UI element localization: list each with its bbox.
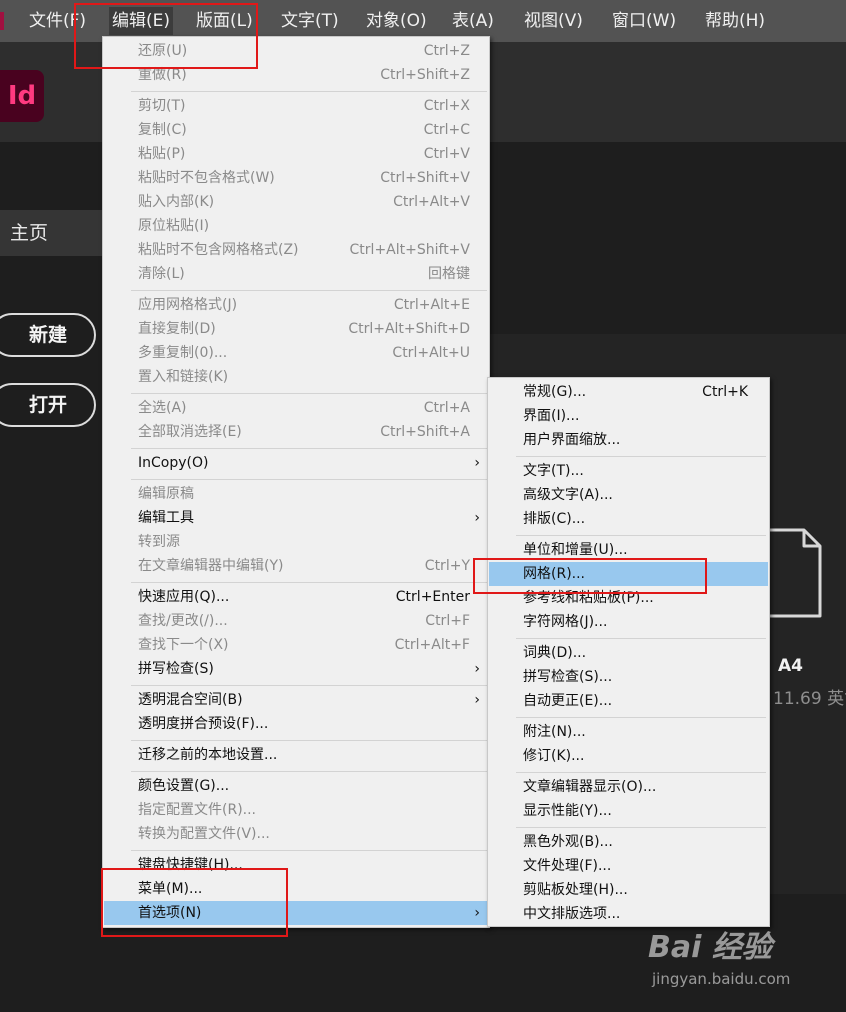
edit-copy[interactable]: 复制(C) Ctrl+C	[104, 118, 488, 142]
pref-track-changes[interactable]: 修订(K)...	[489, 744, 768, 768]
chevron-right-icon: ›	[474, 692, 480, 708]
edit-assign-profiles[interactable]: 指定配置文件(R)...	[104, 798, 488, 822]
chevron-right-icon: ›	[474, 661, 480, 677]
pref-autocorrect[interactable]: 自动更正(E)...	[489, 689, 768, 713]
menu-separator	[516, 827, 766, 828]
edit-convert-to-profile[interactable]: 转换为配置文件(V)...	[104, 822, 488, 846]
baidu-watermark: Bai 经验 jingyan.baidu.com	[648, 922, 838, 992]
document-preset-icon[interactable]	[766, 528, 822, 618]
menu-separator	[131, 479, 487, 480]
preferences-submenu: 常规(G)... Ctrl+K 界面(I)... 用户界面缩放... 文字(T).…	[487, 377, 770, 927]
menu-separator	[131, 290, 487, 291]
edit-transparency-blend-space[interactable]: 透明混合空间(B) ›	[104, 688, 488, 712]
preset-name: A4	[778, 656, 803, 676]
edit-find-change[interactable]: 查找/更改(/)... Ctrl+F	[104, 609, 488, 633]
annotation-box-preferences	[101, 868, 288, 937]
indesign-logo: Id	[0, 70, 44, 122]
menu-separator	[516, 772, 766, 773]
edit-incopy[interactable]: InCopy(O) ›	[104, 451, 488, 475]
edit-paste-in-place[interactable]: 原位粘贴(I)	[104, 214, 488, 238]
pref-frame-grid[interactable]: 字符网格(J)...	[489, 610, 768, 634]
edit-color-settings[interactable]: 颜色设置(G)...	[104, 774, 488, 798]
annotation-box-edit-menu	[74, 3, 258, 69]
pref-advanced-type[interactable]: 高级文字(A)...	[489, 483, 768, 507]
menu-separator	[131, 448, 487, 449]
menu-separator	[516, 456, 766, 457]
new-button[interactable]: 新建	[0, 313, 96, 357]
edit-paste-into[interactable]: 贴入内部(K) Ctrl+Alt+V	[104, 190, 488, 214]
preset-size: 11.69 英寸	[773, 689, 846, 709]
edit-menu: 还原(U) Ctrl+Z 重做(R) Ctrl+Shift+Z 剪切(T) Ctrl+…	[102, 36, 490, 928]
menu-separator	[131, 393, 487, 394]
edit-quick-apply[interactable]: 快速应用(Q)... Ctrl+Enter	[104, 585, 488, 609]
menu-separator	[516, 638, 766, 639]
pref-interface[interactable]: 界面(I)...	[489, 404, 768, 428]
edit-find-next[interactable]: 查找下一个(X) Ctrl+Alt+F	[104, 633, 488, 657]
pref-spelling[interactable]: 拼写检查(S)...	[489, 665, 768, 689]
pref-notes[interactable]: 附注(N)...	[489, 720, 768, 744]
pref-composition[interactable]: 排版(C)...	[489, 507, 768, 531]
menu-help[interactable]: 帮助(H)	[702, 7, 768, 35]
menu-separator	[131, 685, 487, 686]
pref-dictionary[interactable]: 词典(D)...	[489, 641, 768, 665]
edit-in-story-editor[interactable]: 在文章编辑器中编辑(Y) Ctrl+Y	[104, 554, 488, 578]
menu-view[interactable]: 视图(V)	[521, 7, 586, 35]
edit-paste[interactable]: 粘贴(P) Ctrl+V	[104, 142, 488, 166]
edit-migrate-settings[interactable]: 迁移之前的本地设置...	[104, 743, 488, 767]
menu-separator	[131, 740, 487, 741]
chevron-right-icon: ›	[474, 510, 480, 526]
edit-go-to-source[interactable]: 转到源	[104, 530, 488, 554]
menu-separator	[131, 582, 487, 583]
menu-separator	[131, 91, 487, 92]
app-corner-accent	[0, 12, 4, 30]
menu-separator	[516, 535, 766, 536]
edit-cut[interactable]: 剪切(T) Ctrl+X	[104, 94, 488, 118]
edit-paste-without-grid-format[interactable]: 粘贴时不包含网格格式(Z) Ctrl+Alt+Shift+V	[104, 238, 488, 262]
menu-type[interactable]: 文字(T)	[278, 7, 342, 35]
edit-edit-original[interactable]: 编辑原稿	[104, 482, 488, 506]
edit-select-all[interactable]: 全选(A) Ctrl+A	[104, 396, 488, 420]
pref-story-editor-display[interactable]: 文章编辑器显示(O)...	[489, 775, 768, 799]
edit-edit-with[interactable]: 编辑工具 ›	[104, 506, 488, 530]
pref-appearance-of-black[interactable]: 黑色外观(B)...	[489, 830, 768, 854]
edit-paste-without-formatting[interactable]: 粘贴时不包含格式(W) Ctrl+Shift+V	[104, 166, 488, 190]
pref-general[interactable]: 常规(G)... Ctrl+K	[489, 380, 768, 404]
menu-window[interactable]: 窗口(W)	[609, 7, 679, 35]
open-button[interactable]: 打开	[0, 383, 96, 427]
edit-spelling[interactable]: 拼写检查(S) ›	[104, 657, 488, 681]
edit-duplicate[interactable]: 直接复制(D) Ctrl+Alt+Shift+D	[104, 317, 488, 341]
edit-deselect-all[interactable]: 全部取消选择(E) Ctrl+Shift+A	[104, 420, 488, 444]
chevron-right-icon: ›	[474, 455, 480, 471]
annotation-box-grids	[473, 558, 707, 594]
watermark-url: jingyan.baidu.com	[652, 970, 791, 988]
menu-object[interactable]: 对象(O)	[363, 7, 430, 35]
edit-apply-grid-format[interactable]: 应用网格格式(J) Ctrl+Alt+E	[104, 293, 488, 317]
chevron-right-icon: ›	[474, 905, 480, 921]
home-tab[interactable]: 主页	[0, 210, 110, 256]
pref-type[interactable]: 文字(T)...	[489, 459, 768, 483]
menu-separator	[131, 850, 487, 851]
pref-display-performance[interactable]: 显示性能(Y)...	[489, 799, 768, 823]
edit-transparency-flattener-presets[interactable]: 透明度拼合预设(F)...	[104, 712, 488, 736]
pref-ui-scaling[interactable]: 用户界面缩放...	[489, 428, 768, 452]
pref-file-handling[interactable]: 文件处理(F)...	[489, 854, 768, 878]
menu-separator	[131, 771, 487, 772]
menu-table[interactable]: 表(A)	[449, 7, 497, 35]
watermark-logo-text: Bai 经验	[648, 930, 772, 965]
edit-clear[interactable]: 清除(L) 回格键	[104, 262, 488, 286]
menu-separator	[516, 717, 766, 718]
edit-step-and-repeat[interactable]: 多重复制(0)... Ctrl+Alt+U	[104, 341, 488, 365]
pref-clipboard-handling[interactable]: 剪贴板处理(H)...	[489, 878, 768, 902]
edit-place-and-link[interactable]: 置入和链接(K)	[104, 365, 488, 389]
